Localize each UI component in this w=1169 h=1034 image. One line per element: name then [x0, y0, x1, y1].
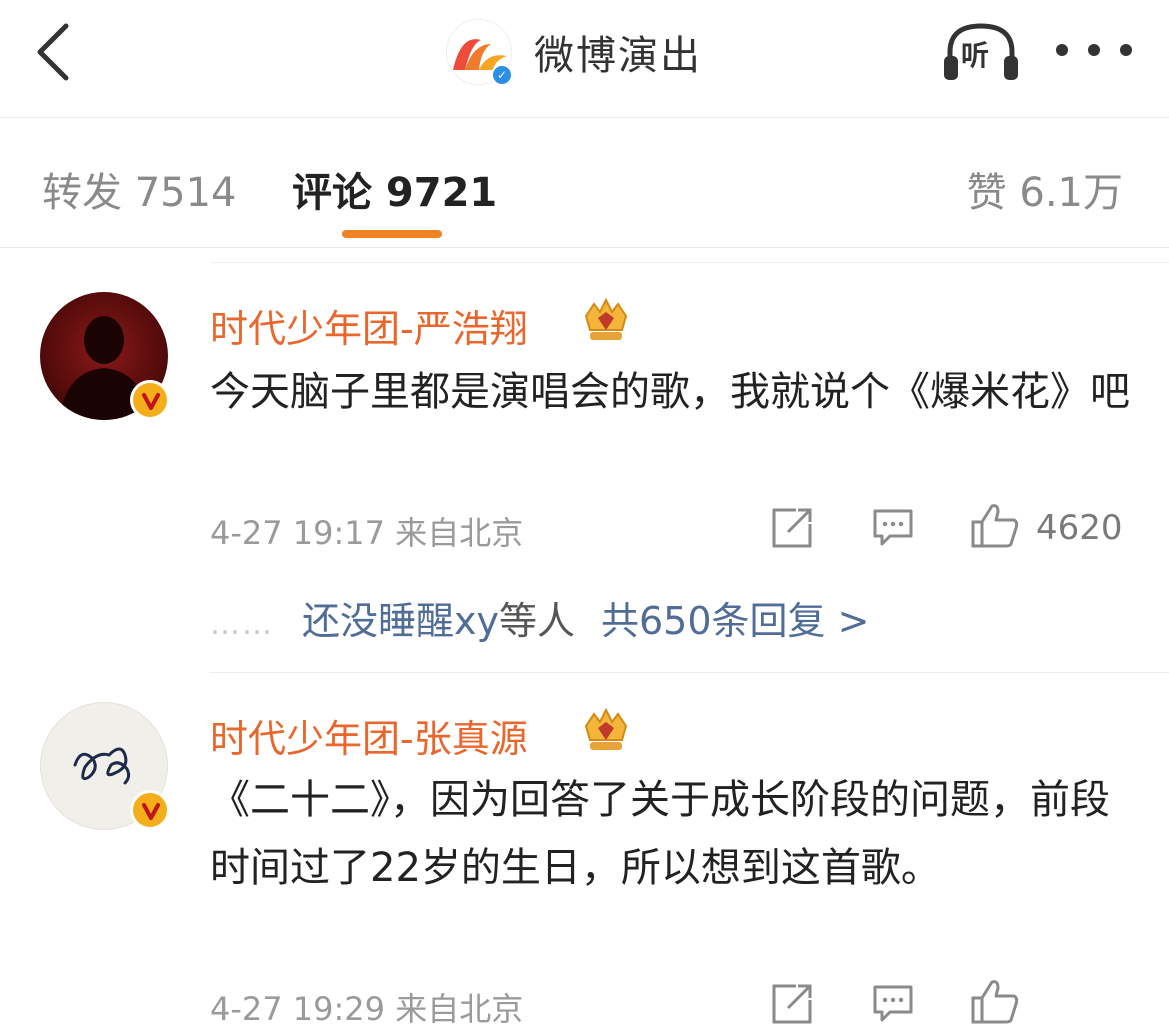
comment-author[interactable]: 时代少年团-严浩翔 [210, 298, 528, 353]
back-arrow-icon [37, 23, 69, 81]
crown-badge-icon [584, 707, 628, 750]
verified-blue-icon: ✓ [491, 64, 513, 86]
tab-repost[interactable]: 转发 7514 [42, 160, 237, 218]
reply-summary[interactable]: …… 还没睡醒xy等人 共650条回复 > [210, 590, 869, 645]
divider [210, 672, 1169, 673]
comment-author[interactable]: 时代少年团-张真源 [210, 708, 528, 763]
reply-dots: …… [210, 607, 274, 642]
reply-others-text: 等人 [498, 599, 575, 643]
account-avatar[interactable]: ✓ [446, 19, 513, 86]
tab-comment[interactable]: 评论 9721 [292, 160, 497, 218]
reply-user-link[interactable]: 还没睡醒xy [302, 599, 499, 643]
crown-badge-icon [584, 297, 628, 340]
comment-text: 今天脑子里都是演唱会的歌，我就说个《爆米花》吧 [210, 369, 1130, 415]
account-name: 微博演出 [534, 33, 702, 79]
comment-avatar[interactable] [40, 292, 174, 426]
tab-bar: 转发 7514 评论 9721 赞 6.1万 [0, 118, 1169, 248]
divider [210, 262, 1169, 263]
more-options-button[interactable] [1056, 30, 1132, 70]
active-tab-indicator [342, 230, 442, 238]
comment-icon[interactable] [872, 984, 914, 1024]
listen-label: 听 [961, 39, 990, 72]
verified-gold-icon [130, 790, 170, 830]
top-bar: ✓ 微博演出 听 [0, 0, 1169, 118]
more-dot-icon [1120, 44, 1132, 56]
like-thumb-icon[interactable] [970, 502, 1020, 548]
more-dot-icon [1056, 44, 1068, 56]
back-button[interactable] [28, 20, 88, 84]
comment-text: 《二十二》，因为回答了关于成长阶段的问题，前段时间过了22岁的生日，所以想到这首… [210, 777, 1110, 891]
listen-button[interactable]: 听 [940, 20, 1022, 82]
repost-icon[interactable] [770, 982, 814, 1026]
view-replies-link[interactable]: 共650条回复 > [601, 599, 869, 643]
more-dot-icon [1088, 44, 1100, 56]
repost-icon[interactable] [770, 506, 814, 550]
comment-meta: 4-27 19:17 来自北京 [210, 514, 524, 552]
tab-like[interactable]: 赞 6.1万 [967, 160, 1123, 218]
comment-avatar[interactable] [40, 702, 174, 836]
comment-icon[interactable] [872, 508, 914, 548]
account-header[interactable]: ✓ 微博演出 [446, 16, 702, 88]
like-count: 4620 [1036, 508, 1123, 548]
comment-meta: 4-27 19:29 来自北京 [210, 990, 524, 1028]
verified-gold-icon [130, 380, 170, 420]
like-thumb-icon[interactable] [970, 978, 1020, 1024]
